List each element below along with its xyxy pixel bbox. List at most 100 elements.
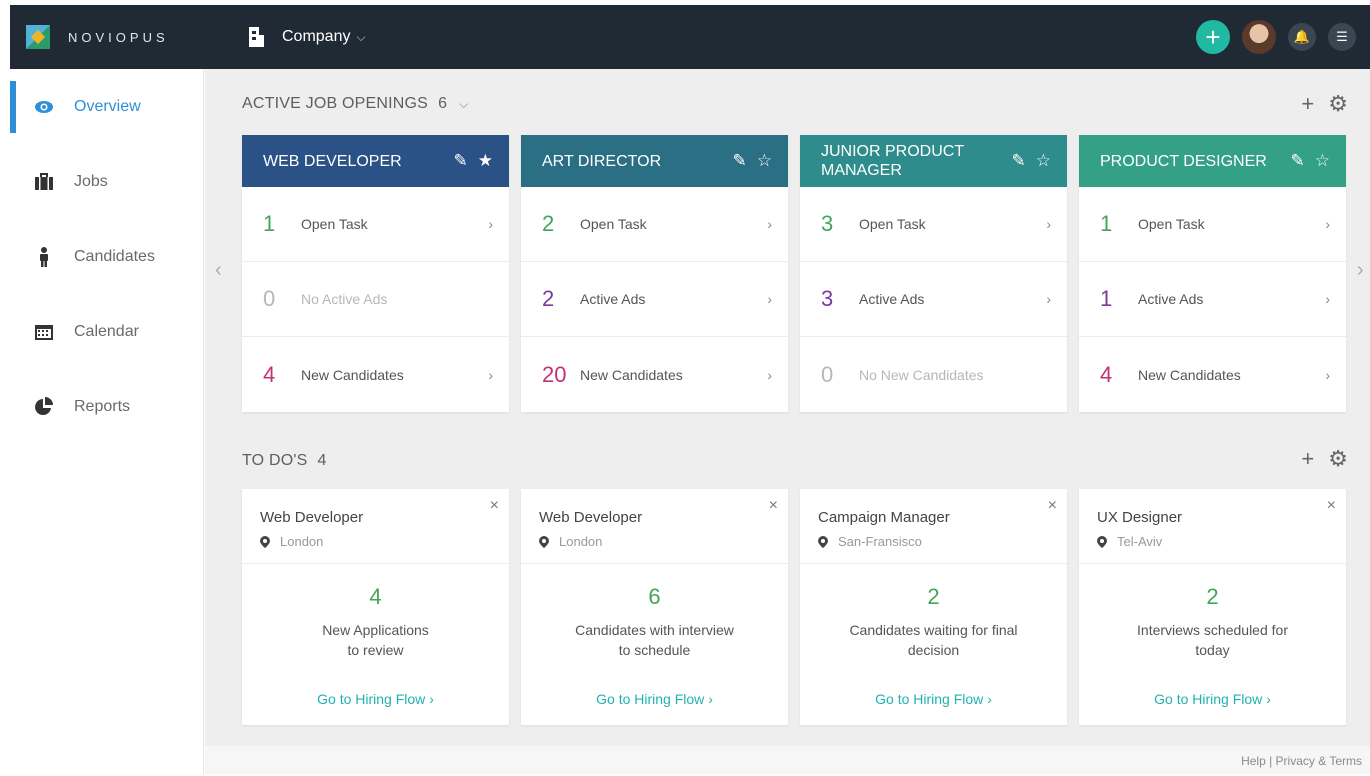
building-icon: [249, 27, 264, 47]
close-icon[interactable]: ×: [769, 497, 778, 515]
edit-pencil-icon[interactable]: ✎: [1012, 151, 1026, 171]
job-card[interactable]: JUNIOR PRODUCT MANAGER ✎ ☆ 3 Open Task › 3 A…: [800, 135, 1067, 412]
close-icon[interactable]: ×: [1327, 497, 1336, 515]
todo-section-header: TO DO'S 4: [242, 452, 327, 470]
add-todo-icon[interactable]: +: [1301, 446, 1314, 472]
todo-count: 4: [317, 452, 327, 469]
active-ads-count: 2: [542, 286, 555, 311]
chevron-right-icon: ›: [1046, 216, 1051, 232]
sidebar-item-calendar[interactable]: Calendar: [10, 294, 203, 369]
todo-text-line2: today: [1195, 642, 1230, 658]
active-ads-row[interactable]: 3 Active Ads ›: [800, 262, 1067, 337]
chevron-right-icon: ›: [767, 216, 772, 232]
edit-pencil-icon[interactable]: ✎: [1291, 151, 1305, 171]
company-selector[interactable]: Company ⌵: [244, 25, 366, 49]
todo-count-value: 4: [369, 584, 382, 609]
edit-pencil-icon[interactable]: ✎: [733, 151, 747, 171]
menu-icon[interactable]: ☰: [1328, 23, 1356, 51]
link-label: Go to Hiring Flow: [596, 691, 705, 707]
chevron-right-icon: ›: [488, 216, 493, 232]
open-task-row[interactable]: 2 Open Task ›: [521, 187, 788, 262]
sidebar-item-candidates[interactable]: Candidates: [10, 219, 203, 294]
avatar[interactable]: [1242, 20, 1276, 54]
sidebar-item-jobs[interactable]: Jobs: [10, 144, 203, 219]
new-candidates-row[interactable]: 20 New Candidates ›: [521, 337, 788, 412]
todo-title: Campaign Manager: [818, 509, 950, 526]
chevron-right-icon: ›: [1325, 291, 1330, 307]
brand[interactable]: NOVIOPUS: [10, 25, 204, 49]
todo-text-line2: to review: [347, 642, 404, 658]
job-card[interactable]: ART DIRECTOR ✎ ☆ 2 Open Task › 2 Active Ads ›…: [521, 135, 788, 412]
hiring-flow-link[interactable]: Go to Hiring Flow ›: [800, 691, 1067, 707]
row-label: Open Task: [580, 216, 647, 232]
chevron-right-icon: ›: [1046, 291, 1051, 307]
footer[interactable]: Help | Privacy & Terms: [205, 746, 1370, 774]
todo-section-title: TO DO'S: [242, 452, 308, 469]
row-label: Open Task: [301, 216, 368, 232]
active-ads-row[interactable]: 1 Active Ads ›: [1079, 262, 1346, 337]
scroll-right-icon[interactable]: ›: [1357, 259, 1364, 282]
todo-title: Web Developer: [539, 509, 643, 526]
close-icon[interactable]: ×: [490, 497, 499, 515]
job-title: ART DIRECTOR: [542, 152, 662, 170]
job-card-header: WEB DEVELOPER ✎ ★: [242, 135, 509, 187]
brand-name: NOVIOPUS: [68, 29, 169, 45]
star-outline-icon[interactable]: ☆: [757, 151, 772, 171]
chevron-down-icon: ⌵: [356, 29, 366, 44]
sidebar: Overview Jobs Candidates Calendar Report…: [10, 69, 204, 774]
open-task-row[interactable]: 1 Open Task ›: [1079, 187, 1346, 262]
job-card-header: PRODUCT DESIGNER ✎ ☆: [1079, 135, 1346, 187]
jobs-section-header: ACTIVE JOB OPENINGS 6 ⌵: [242, 95, 468, 113]
new-candidates-row[interactable]: 4 New Candidates ›: [1079, 337, 1346, 412]
hiring-flow-link[interactable]: Go to Hiring Flow ›: [242, 691, 509, 707]
new-candidates-count: 20: [542, 361, 567, 387]
todo-count-value: 2: [1206, 584, 1219, 609]
new-candidates-row[interactable]: 0 No New Candidates: [800, 337, 1067, 412]
star-filled-icon[interactable]: ★: [478, 151, 493, 171]
company-label: Company: [282, 28, 351, 45]
notifications-icon[interactable]: 🔔: [1288, 23, 1316, 51]
row-label: Active Ads: [580, 291, 646, 307]
close-icon[interactable]: ×: [1048, 497, 1057, 515]
edit-pencil-icon[interactable]: ✎: [454, 151, 468, 171]
todo-text-line1: New Applications: [322, 622, 429, 638]
chevron-down-icon[interactable]: ⌵: [459, 97, 468, 112]
open-task-row[interactable]: 3 Open Task ›: [800, 187, 1067, 262]
todo-title: Web Developer: [260, 509, 364, 526]
settings-gear-icon[interactable]: ⚙: [1328, 91, 1348, 117]
star-outline-icon[interactable]: ☆: [1315, 151, 1330, 171]
new-candidates-row[interactable]: 4 New Candidates ›: [242, 337, 509, 412]
active-ads-count: 0: [263, 286, 276, 311]
star-outline-icon[interactable]: ☆: [1036, 151, 1051, 171]
todo-text-line1: Interviews scheduled for: [1137, 622, 1288, 638]
active-ads-row[interactable]: 2 Active Ads ›: [521, 262, 788, 337]
add-job-icon[interactable]: +: [1301, 91, 1314, 117]
active-ads-count: 3: [821, 286, 834, 311]
active-ads-row[interactable]: 0 No Active Ads: [242, 262, 509, 337]
footer-links[interactable]: Help | Privacy & Terms: [1241, 754, 1362, 768]
row-label: New Candidates: [301, 366, 404, 383]
scroll-left-icon[interactable]: ‹: [215, 259, 222, 282]
hiring-flow-link[interactable]: Go to Hiring Flow ›: [521, 691, 788, 707]
todo-text-line2: to schedule: [618, 642, 691, 658]
sidebar-item-overview[interactable]: Overview: [10, 69, 203, 144]
todo-count-value: 2: [927, 584, 940, 609]
sidebar-item-label: Jobs: [74, 172, 108, 190]
row-label: Active Ads: [859, 291, 925, 307]
job-card-header: ART DIRECTOR ✎ ☆: [521, 135, 788, 187]
settings-gear-icon[interactable]: ⚙: [1328, 446, 1348, 472]
link-label: Go to Hiring Flow: [1154, 691, 1263, 707]
todo-card: Web Developer London × 4 New Application…: [242, 489, 509, 725]
main-content: ACTIVE JOB OPENINGS 6 ⌵ + ⚙ ‹ › WEB DEVE…: [205, 69, 1370, 746]
sidebar-item-reports[interactable]: Reports: [10, 369, 203, 444]
person-icon: [40, 246, 48, 267]
open-task-row[interactable]: 1 Open Task ›: [242, 187, 509, 262]
pie-chart-icon: [35, 396, 53, 415]
row-label: New Candidates: [1138, 366, 1241, 383]
chevron-right-icon: ›: [987, 691, 992, 707]
add-button[interactable]: +: [1196, 20, 1230, 54]
hiring-flow-link[interactable]: Go to Hiring Flow ›: [1079, 691, 1346, 707]
job-card[interactable]: WEB DEVELOPER ✎ ★ 1 Open Task › 0 No Active …: [242, 135, 509, 412]
job-card[interactable]: PRODUCT DESIGNER ✎ ☆ 1 Open Task › 1 Active …: [1079, 135, 1346, 412]
row-label: No New Candidates: [859, 366, 984, 383]
